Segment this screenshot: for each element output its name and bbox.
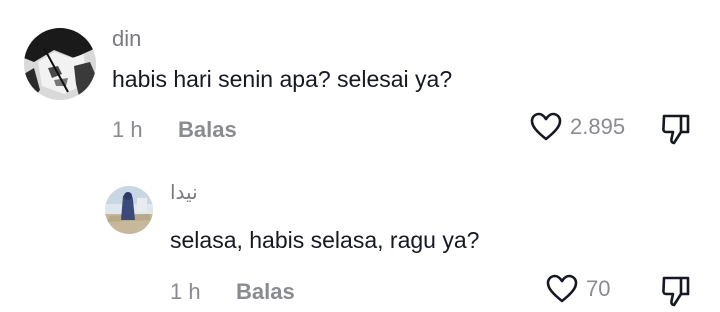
dislike-button[interactable] xyxy=(660,274,692,308)
dislike-button[interactable] xyxy=(660,112,692,146)
like-count: 2.895 xyxy=(570,114,626,139)
heart-outline-icon xyxy=(530,112,562,142)
comment-time: 1 h xyxy=(112,117,143,142)
avatar[interactable] xyxy=(24,28,96,100)
reply-button[interactable]: Balas xyxy=(236,279,295,305)
comment-time: 1 h xyxy=(170,279,201,304)
like-button[interactable]: 2.895 xyxy=(530,112,625,142)
comment-username[interactable]: نيدا xyxy=(170,180,198,205)
avatar-image xyxy=(105,186,153,234)
thumbs-down-icon xyxy=(660,112,692,146)
reply-comment-item: نيدا selasa, habis selasa, ragu ya? 1 h … xyxy=(0,160,720,312)
comment-text: selasa, habis selasa, ragu ya? xyxy=(170,227,480,253)
avatar[interactable] xyxy=(105,186,153,234)
comment-text: habis hari senin apa? selesai ya? xyxy=(112,66,453,92)
avatar-image xyxy=(24,28,96,100)
heart-outline-icon xyxy=(546,274,578,304)
comment-username[interactable]: din xyxy=(112,26,141,52)
like-button[interactable]: 70 xyxy=(546,274,610,304)
thumbs-down-icon xyxy=(660,274,692,308)
reply-button[interactable]: Balas xyxy=(178,117,237,143)
like-count: 70 xyxy=(586,276,611,301)
comment-item: din habis hari senin apa? selesai ya? 1 … xyxy=(0,0,720,160)
